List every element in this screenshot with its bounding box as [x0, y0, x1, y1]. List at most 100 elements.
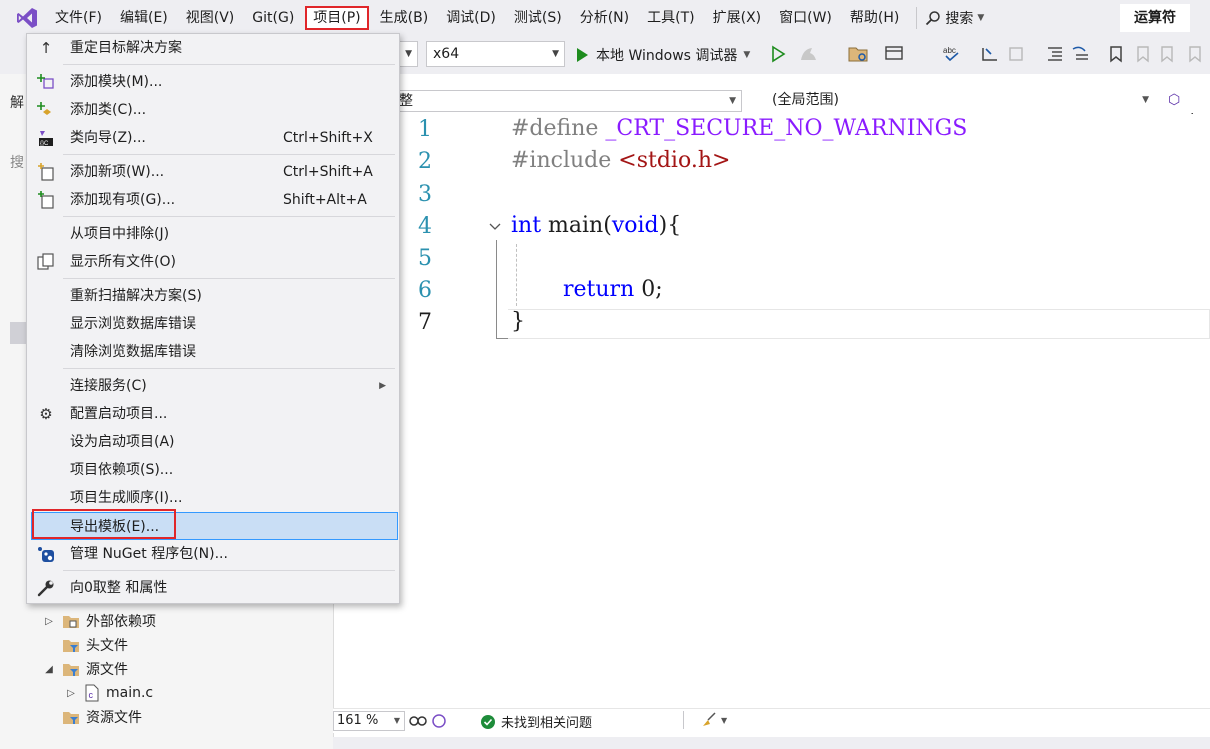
external-dependencies-icon — [63, 616, 79, 628]
menu-tools[interactable]: 工具(T) — [640, 6, 701, 30]
menu-view[interactable]: 视图(V) — [179, 6, 242, 30]
menu-item-label: 管理 NuGet 程序包(N)... — [70, 546, 228, 562]
tree-item-main-c[interactable]: ▷ c main.c — [64, 682, 153, 704]
menu-item-add-existing-item[interactable]: 添加现有项(G)... Shift+Alt+A — [28, 186, 398, 214]
collapse-region-icon[interactable] — [488, 220, 502, 234]
menu-item-retarget-solution[interactable]: ↑ 重定目标解决方案 — [28, 34, 398, 62]
line-number: 3 — [418, 182, 432, 207]
menu-item-exclude-from-project[interactable]: 从项目中排除(J) — [28, 220, 398, 248]
menu-separator — [63, 216, 395, 217]
broom-icon — [703, 712, 716, 726]
menu-item-manage-nuget[interactable]: 管理 NuGet 程序包(N)... — [28, 540, 398, 568]
menu-separator — [63, 64, 395, 65]
chevron-down-icon: ▼ — [729, 96, 736, 106]
start-without-debugging-icon[interactable] — [770, 45, 786, 63]
collapse-icon[interactable]: ◢ — [42, 664, 56, 675]
svg-text:c: c — [89, 690, 94, 700]
chevron-down-icon: ▼ — [1142, 95, 1149, 105]
solution-explorer-search[interactable]: 搜 — [10, 152, 24, 172]
copilot-icon[interactable] — [409, 713, 427, 729]
scope-dropdown[interactable]: (全局范围) ▼ — [754, 90, 1154, 112]
tree-item-resource-files[interactable]: 资源文件 — [42, 706, 142, 728]
menu-item-add-class[interactable]: 添加类(C)... — [28, 96, 398, 124]
brace: } — [511, 309, 525, 334]
configuration-dropdown[interactable]: ▼ — [398, 41, 418, 67]
zoom-dropdown[interactable]: 161 % ▼ — [333, 711, 405, 731]
spell-check-icon[interactable]: abc — [942, 45, 962, 63]
menu-item-label: 项目生成顺序(I)... — [70, 490, 183, 506]
menu-git[interactable]: Git(G) — [245, 6, 301, 30]
platform-dropdown[interactable]: x64 ▼ — [426, 41, 565, 67]
current-line-highlight — [508, 309, 1210, 339]
member-dropdown[interactable]: ⬡ mai — [1162, 90, 1210, 128]
class-wizard-icon: {}C — [36, 128, 56, 148]
tree-item-source-files[interactable]: ◢ 源文件 — [42, 658, 128, 680]
menu-item-properties[interactable]: 向0取整 和属性 — [28, 574, 398, 602]
start-debugging-button[interactable]: 本地 Windows 调试器 ▼ — [574, 44, 750, 66]
menu-item-show-all-files[interactable]: 显示所有文件(O) — [28, 248, 398, 276]
menu-bar: 文件(F) 编辑(E) 视图(V) Git(G) 项目(P) 生成(B) 调试(… — [0, 0, 1210, 36]
open-folder-icon[interactable] — [848, 45, 868, 63]
bookmark-icon[interactable] — [1108, 45, 1124, 63]
scope-dropdown-value: (全局范围) — [772, 92, 839, 108]
clear-bookmarks-icon[interactable] — [1186, 45, 1206, 63]
menu-file[interactable]: 文件(F) — [48, 6, 109, 30]
selected-row-indicator — [10, 322, 26, 344]
annotation-highlight-box — [32, 509, 176, 539]
menu-item-label: 配置启动项目... — [70, 406, 168, 422]
line-number: 4 — [418, 214, 432, 239]
expand-icon[interactable]: ▷ — [42, 616, 56, 627]
issues-indicator[interactable]: 未找到相关问题 — [481, 712, 592, 731]
menu-item-add-module[interactable]: 添加模块(M)... — [28, 68, 398, 96]
menu-test[interactable]: 测试(S) — [507, 6, 569, 30]
tree-item-label: 外部依赖项 — [86, 614, 156, 630]
menu-analyze[interactable]: 分析(N) — [573, 6, 636, 30]
code-line-6: return 0; — [563, 277, 663, 302]
project-dropdown[interactable]: 整 ▼ — [392, 90, 742, 112]
menu-item-set-startup-project[interactable]: 设为启动项目(A) — [28, 428, 398, 456]
outdent-icon[interactable] — [1070, 45, 1090, 63]
menu-item-rescan-solution[interactable]: 重新扫描解决方案(S) — [28, 282, 398, 310]
editor-status-bar: 161 % ▼ 未找到相关问题 ▼ — [333, 708, 1210, 733]
comment-icon[interactable] — [980, 45, 1000, 63]
menu-project[interactable]: 项目(P) — [305, 6, 369, 30]
output-panel-header — [333, 737, 1210, 749]
menu-window[interactable]: 窗口(W) — [772, 6, 839, 30]
visual-studio-logo-icon[interactable] — [14, 5, 40, 31]
menu-item-add-new-item[interactable]: 添加新项(W)... Ctrl+Shift+A — [28, 158, 398, 186]
indent-icon[interactable] — [1044, 45, 1064, 63]
menu-debug[interactable]: 调试(D) — [439, 6, 503, 30]
tree-item-external-deps[interactable]: ▷ 外部依赖项 — [42, 610, 156, 632]
menu-item-label: 项目依赖项(S)... — [70, 462, 174, 478]
menu-item-label: 添加新项(W)... — [70, 164, 165, 180]
next-bookmark-icon[interactable] — [1158, 45, 1178, 63]
indent-guide — [516, 244, 517, 306]
menu-item-project-build-order[interactable]: 项目生成顺序(I)... — [28, 484, 398, 512]
code-cleanup-icon[interactable] — [431, 713, 447, 729]
menu-edit[interactable]: 编辑(E) — [113, 6, 175, 30]
menu-extensions[interactable]: 扩展(X) — [706, 6, 769, 30]
add-class-icon — [36, 100, 56, 120]
layout-icon[interactable] — [884, 45, 904, 63]
menu-build[interactable]: 生成(B) — [373, 6, 436, 30]
menu-item-connected-services[interactable]: 连接服务(C) ▶ — [28, 372, 398, 400]
menu-item-clear-browse-db-errors[interactable]: 清除浏览数据库错误 — [28, 338, 398, 366]
menu-item-project-dependencies[interactable]: 项目依赖项(S)... — [28, 456, 398, 484]
uncomment-icon[interactable] — [1006, 45, 1026, 63]
tree-item-label: 头文件 — [86, 638, 128, 654]
keyword-return: return — [563, 277, 635, 302]
hot-reload-icon[interactable] — [798, 45, 820, 63]
cleanup-button[interactable]: ▼ — [701, 712, 727, 728]
solution-explorer-tab[interactable]: 解 — [10, 92, 24, 112]
preprocessor-directive: #define — [511, 116, 599, 141]
gear-icon: ⚙ — [39, 405, 53, 423]
code-editor[interactable] — [367, 114, 1210, 708]
menu-item-configure-startup[interactable]: ⚙ 配置启动项目... — [28, 400, 398, 428]
menu-help[interactable]: 帮助(H) — [843, 6, 906, 30]
expand-icon[interactable]: ▷ — [64, 688, 78, 699]
tree-item-header-files[interactable]: 头文件 — [42, 634, 128, 656]
search-box[interactable]: 搜索 ▼ — [925, 8, 984, 28]
menu-item-show-browse-db-errors[interactable]: 显示浏览数据库错误 — [28, 310, 398, 338]
previous-bookmark-icon[interactable] — [1132, 45, 1152, 63]
menu-item-class-wizard[interactable]: {}C 类向导(Z)... Ctrl+Shift+X — [28, 124, 398, 152]
